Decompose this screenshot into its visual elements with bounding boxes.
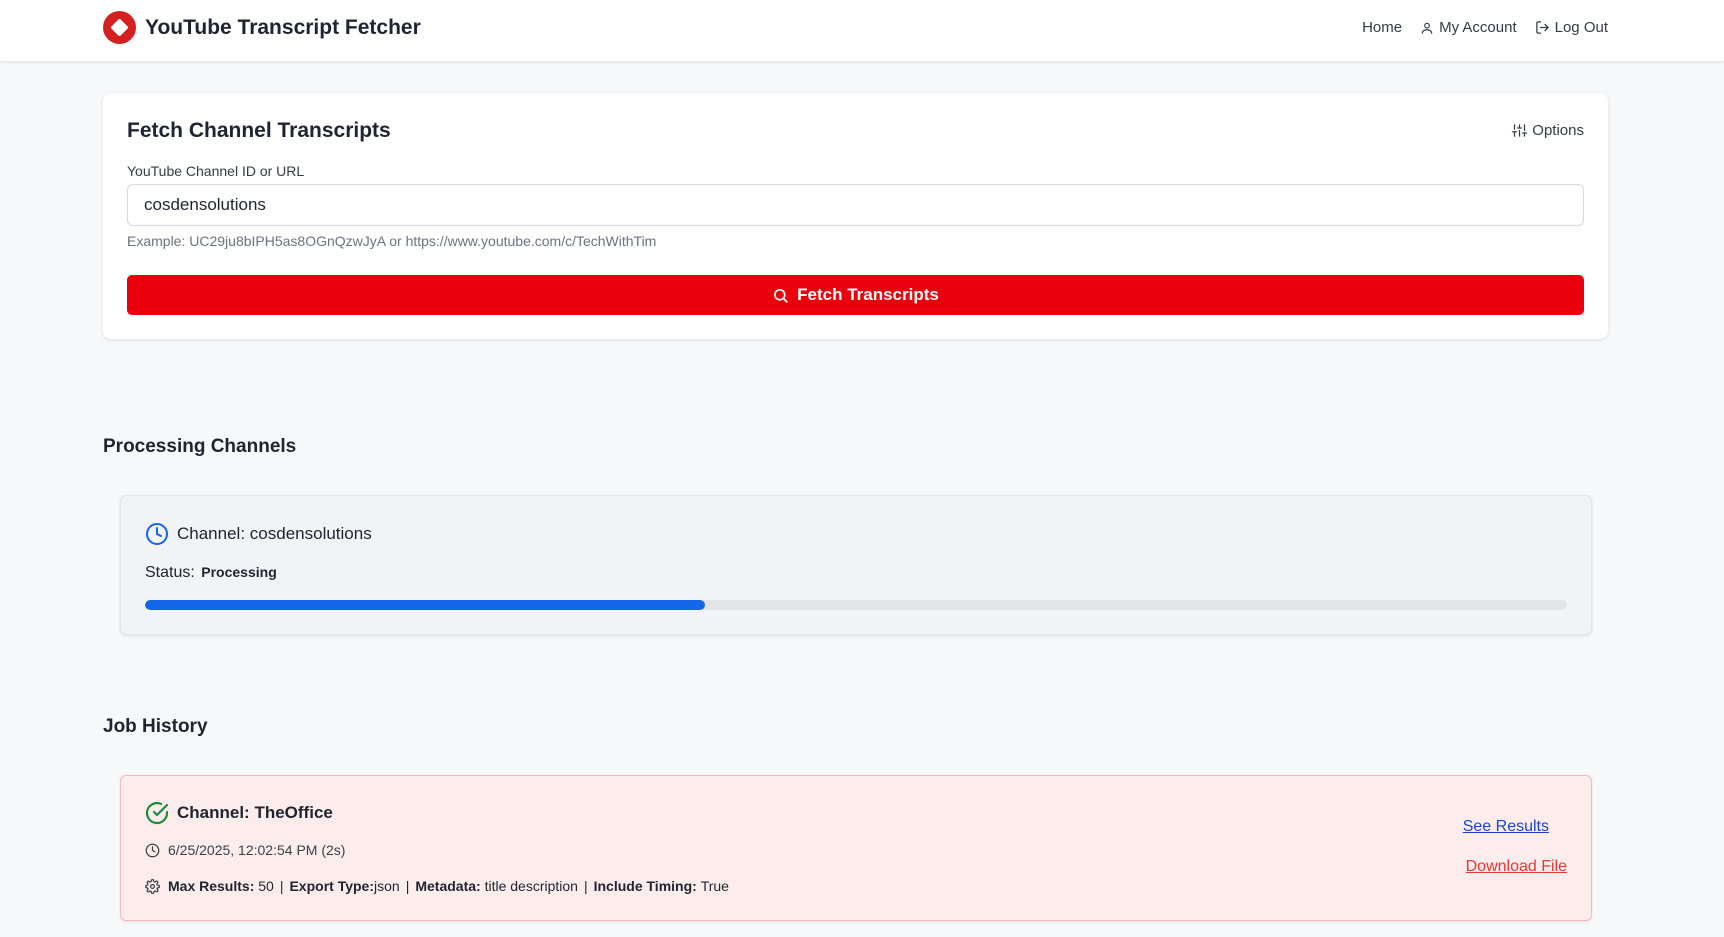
- separator: |: [405, 878, 410, 894]
- job-settings: Max Results: 50 | Export Type: json | Met…: [145, 878, 729, 894]
- fetch-card: Fetch Channel Transcripts Options YouTub…: [103, 93, 1608, 339]
- processing-section-title: Processing Channels: [103, 436, 297, 457]
- job-channel: Channel: TheOffice: [145, 801, 333, 825]
- options-button[interactable]: Options: [1512, 122, 1584, 139]
- see-results-link[interactable]: See Results: [1463, 818, 1549, 836]
- nav-home-label: Home: [1362, 19, 1403, 36]
- fetch-card-title: Fetch Channel Transcripts: [127, 119, 391, 142]
- max-results-label: Max Results:: [168, 878, 255, 894]
- processing-card: Channel: cosdensolutions Status: Process…: [120, 495, 1592, 635]
- clock-icon: [145, 843, 160, 857]
- export-type-label: Export Type:: [289, 878, 374, 894]
- gear-icon: [145, 878, 160, 894]
- processing-channel-prefix: Channel:: [177, 524, 246, 543]
- processing-status: Status: Processing: [145, 564, 277, 582]
- nav-my-account-label: My Account: [1439, 19, 1517, 36]
- include-timing-label: Include Timing:: [593, 878, 697, 894]
- logo-icon: [103, 11, 136, 44]
- nav-log-out[interactable]: Log Out: [1535, 19, 1608, 36]
- app-title: YouTube Transcript Fetcher: [145, 15, 421, 39]
- processing-channel: Channel: cosdensolutions: [145, 522, 372, 546]
- channel-input-hint: Example: UC29ju8bIPH5as8OGnQzwJyA or htt…: [127, 233, 657, 249]
- search-icon: [774, 288, 788, 303]
- job-history-item: Channel: TheOffice 6/25/2025, 12:02:54 P…: [120, 775, 1592, 921]
- progress-bar-fill: [145, 600, 706, 610]
- fetch-transcripts-label: Fetch Transcripts: [797, 285, 939, 304]
- metadata-value: title description: [484, 878, 578, 894]
- clock-icon: [146, 523, 168, 545]
- sliders-icon: [1512, 124, 1528, 137]
- fetch-transcripts-button[interactable]: Fetch Transcripts: [127, 275, 1584, 315]
- brand[interactable]: YouTube Transcript Fetcher: [103, 11, 421, 44]
- progress-bar: [145, 600, 1567, 610]
- include-timing-value: True: [700, 878, 729, 894]
- separator: |: [583, 878, 588, 894]
- nav-home[interactable]: Home: [1362, 19, 1402, 36]
- job-timestamp-text: 6/25/2025, 12:02:54 PM (2s): [168, 842, 346, 858]
- nav-log-out-label: Log Out: [1554, 19, 1608, 36]
- processing-channel-name: cosdensolutions: [249, 524, 372, 543]
- top-navbar: YouTube Transcript Fetcher Home My Accou…: [0, 0, 1724, 61]
- main-nav: Home My Account Log Out: [1344, 19, 1608, 36]
- nav-my-account[interactable]: My Account: [1420, 19, 1517, 36]
- user-icon: [1421, 22, 1433, 34]
- channel-input[interactable]: [127, 184, 1584, 226]
- max-results-value: 50: [258, 878, 274, 894]
- job-history-section-title: Job History: [103, 716, 208, 737]
- job-timestamp: 6/25/2025, 12:02:54 PM (2s): [145, 842, 345, 858]
- metadata-label: Metadata:: [415, 878, 481, 894]
- check-circle-icon: [145, 801, 169, 825]
- logout-icon: [1535, 21, 1549, 34]
- status-badge: Processing: [201, 564, 277, 580]
- separator: |: [279, 878, 284, 894]
- options-label: Options: [1532, 122, 1584, 139]
- job-channel-name: Channel: TheOffice: [177, 803, 333, 822]
- status-label: Status:: [145, 564, 195, 581]
- channel-field-label: YouTube Channel ID or URL: [127, 163, 305, 179]
- export-type-value: json: [374, 878, 400, 894]
- download-file-link[interactable]: Download File: [1466, 858, 1567, 876]
